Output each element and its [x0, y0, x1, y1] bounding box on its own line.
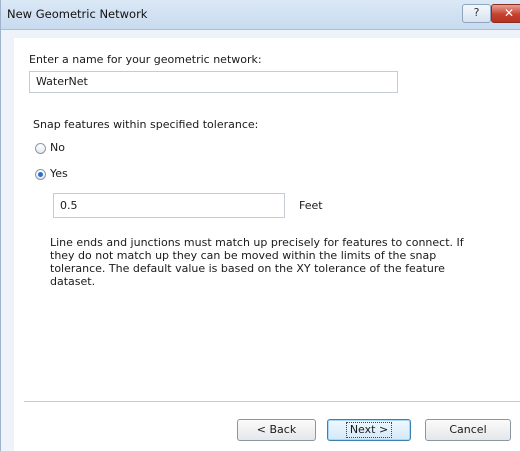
button-separator	[24, 401, 520, 402]
snap-tolerance-input[interactable]: 0.5	[53, 193, 285, 218]
next-button[interactable]: Next >	[327, 419, 411, 441]
radio-no-label[interactable]: No	[50, 141, 65, 154]
snap-tolerance-label: Snap features within specified tolerance…	[33, 118, 259, 131]
network-name-label: Enter a name for your geometric network:	[29, 53, 262, 66]
radio-yes[interactable]	[35, 169, 46, 180]
network-name-input[interactable]: WaterNet	[29, 71, 398, 93]
title-bar[interactable]: New Geometric Network ? ✕	[1, 0, 520, 30]
tolerance-units-label: Feet	[299, 199, 323, 212]
radio-no[interactable]	[35, 143, 46, 154]
window-title: New Geometric Network	[7, 7, 148, 21]
snap-description: Line ends and junctions must match up pr…	[50, 236, 464, 288]
cancel-button[interactable]: Cancel	[425, 419, 511, 441]
back-button[interactable]: < Back	[237, 419, 316, 441]
next-button-label: Next >	[345, 422, 393, 438]
help-button[interactable]: ?	[462, 4, 491, 23]
radio-yes-label[interactable]: Yes	[50, 167, 68, 180]
close-button[interactable]: ✕	[491, 4, 520, 23]
